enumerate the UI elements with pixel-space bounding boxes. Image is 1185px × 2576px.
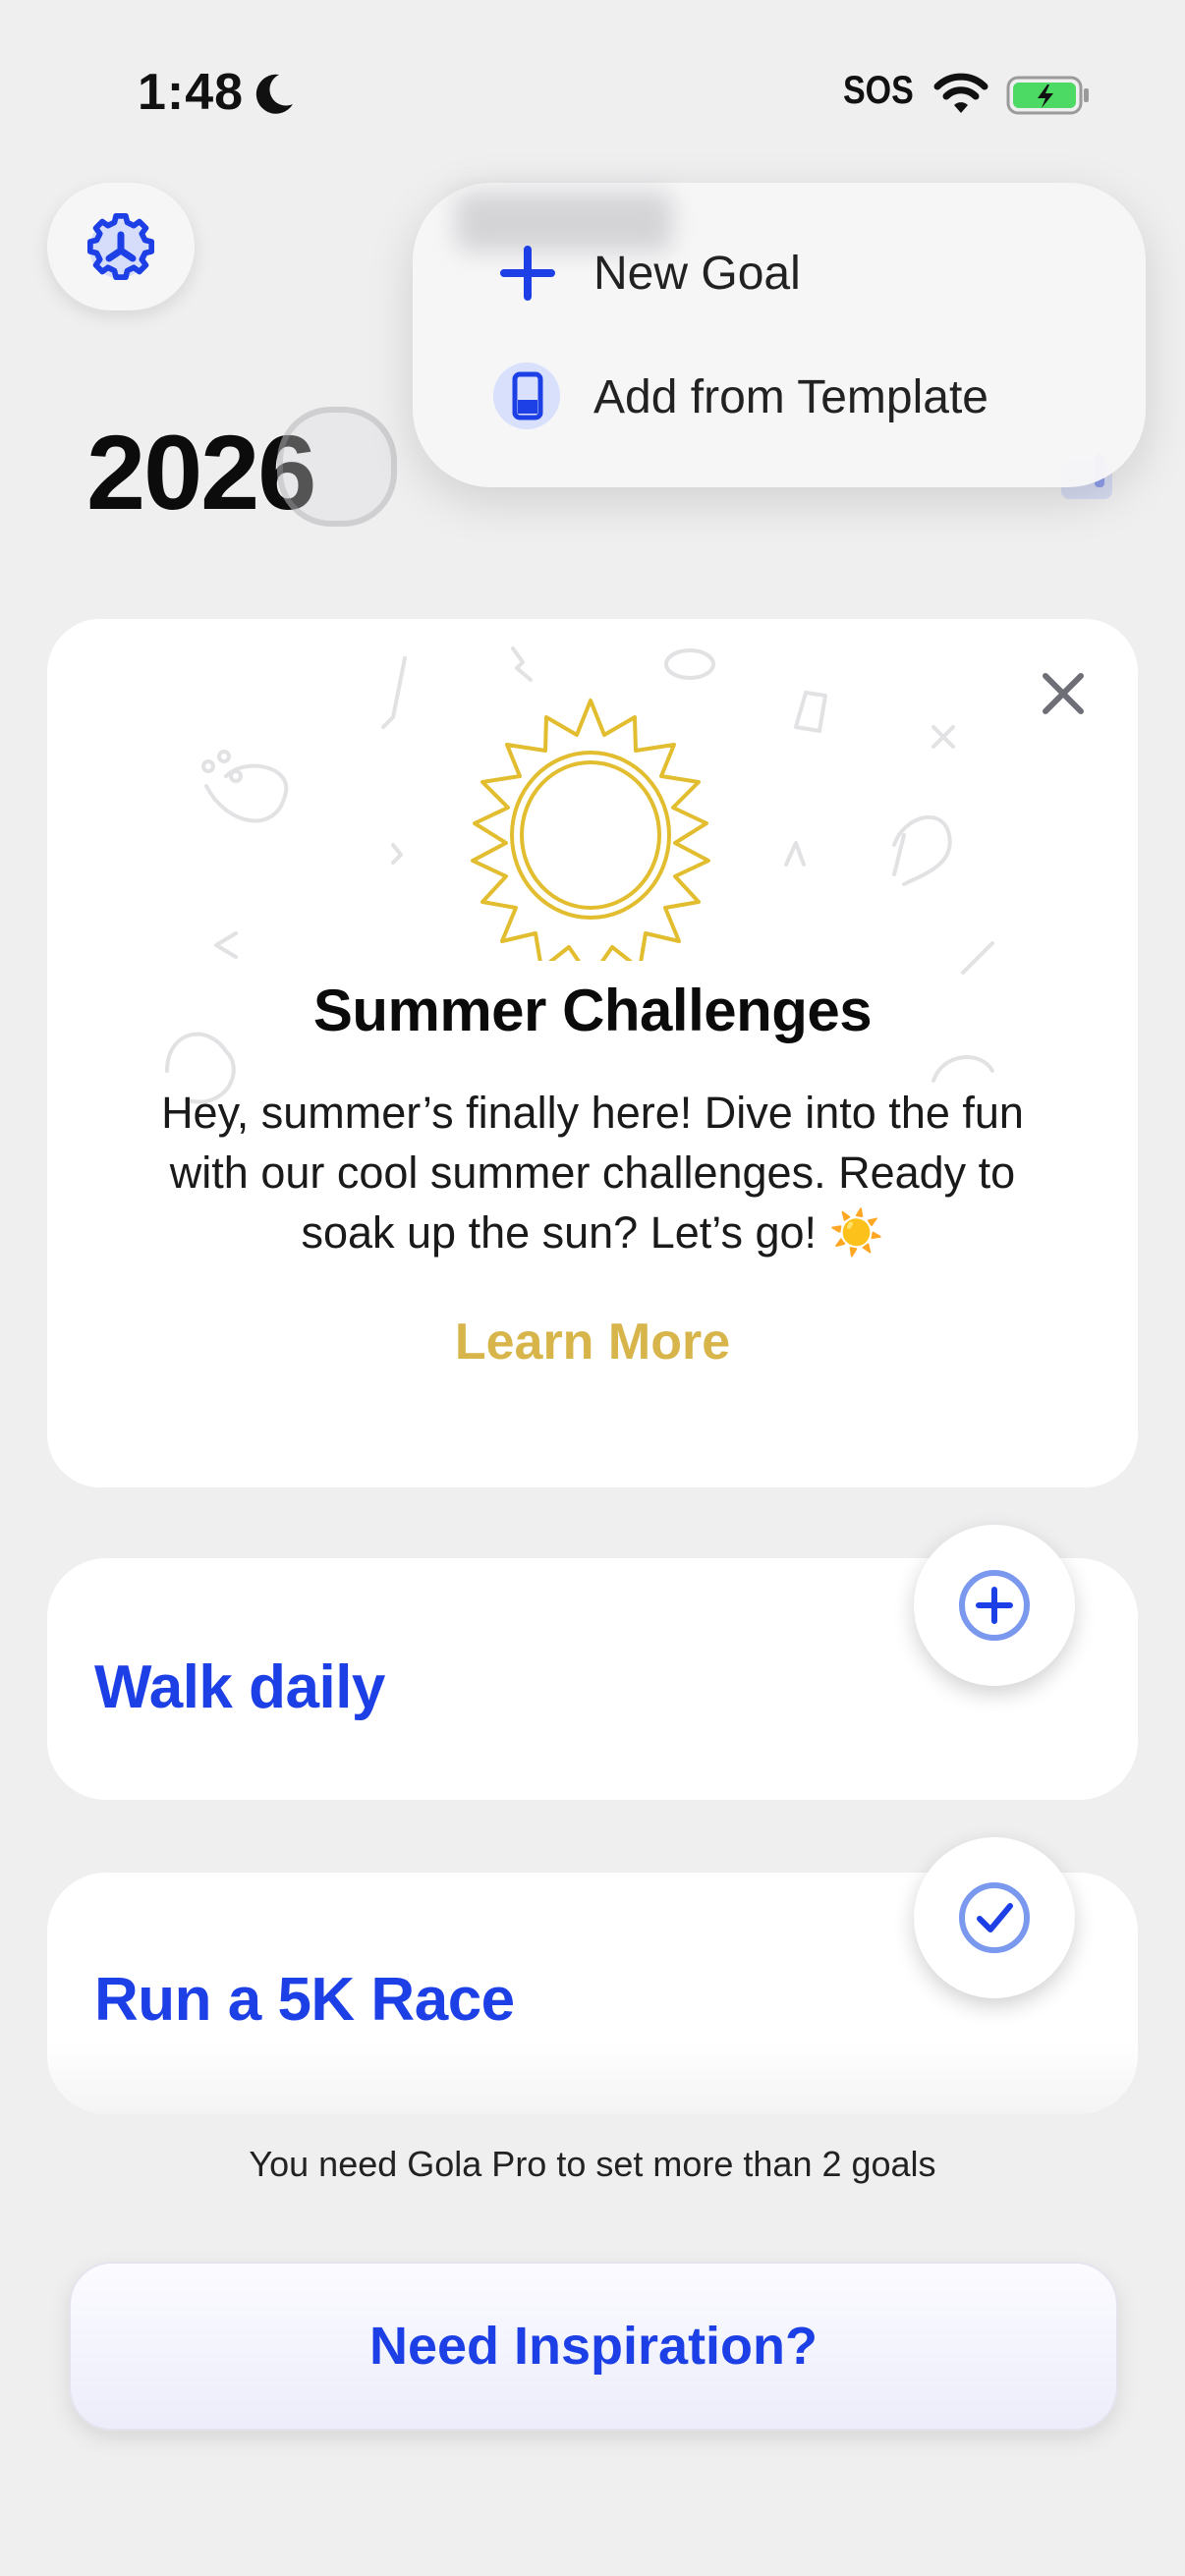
menu-item-add-from-template[interactable]: Add from Template [491,348,988,446]
status-time: 1:48 [138,64,245,121]
goal-title: Run a 5K Race [94,1966,515,2034]
close-icon[interactable] [1034,664,1093,723]
menu-item-label: Add from Template [593,370,988,423]
goal-add-progress-button[interactable] [914,1525,1075,1686]
promo-title: Summer Challenges [312,978,873,1043]
settings-button[interactable] [47,183,195,310]
moon-icon [255,74,293,114]
need-inspiration-button[interactable]: Need Inspiration? [69,2262,1118,2431]
menu-item-new-goal[interactable]: New Goal [491,224,801,322]
battery-charging-icon [1006,76,1089,115]
learn-more-link[interactable]: Learn More [0,1313,1185,1372]
wifi-icon [933,73,988,113]
check-circle-icon [959,1882,1030,1953]
pro-limit-note: You need Gola Pro to set more than 2 goa… [249,2144,936,2184]
template-icon [493,363,560,429]
plus-circle-icon [959,1570,1030,1641]
promo-body: Hey, summer’s finally here! Dive into th… [161,1088,1024,1258]
gear-icon [86,212,155,281]
sun-illustration [471,699,710,961]
menu-item-label: New Goal [593,247,801,300]
touch-indicator [277,407,397,527]
sos-indicator: SOS [843,69,914,112]
goal-title: Walk daily [94,1653,385,1721]
plus-icon [500,246,555,301]
goal-complete-button[interactable] [914,1837,1075,1998]
